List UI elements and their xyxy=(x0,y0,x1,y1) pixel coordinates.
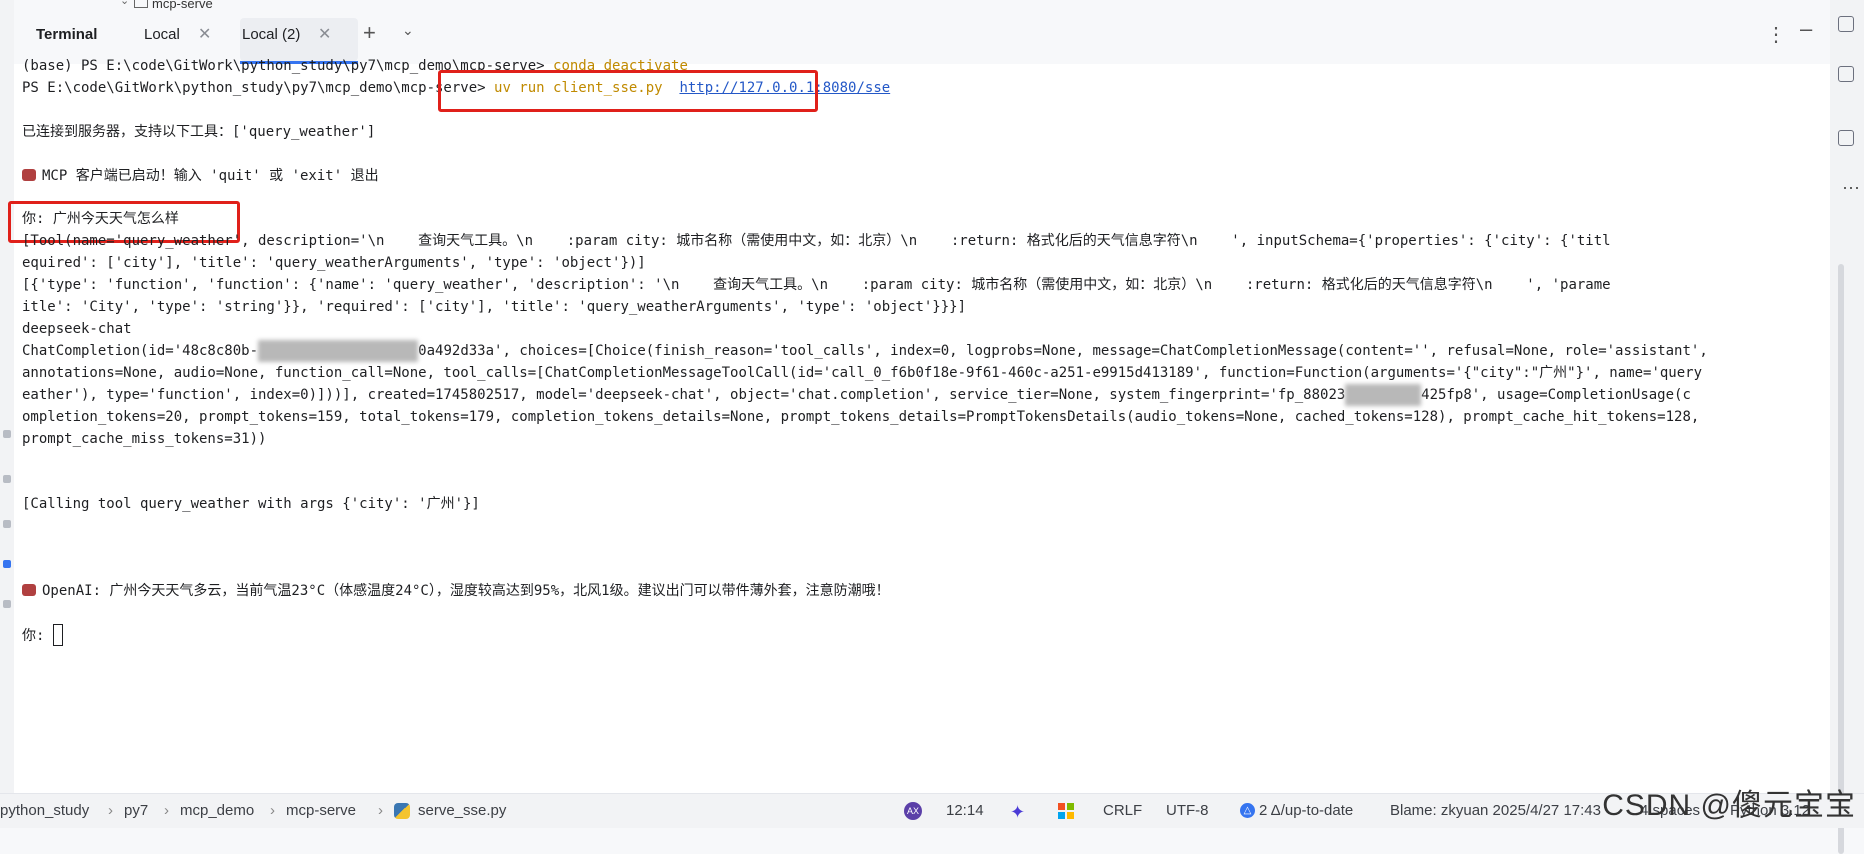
ai-assistant-icon[interactable] xyxy=(1838,130,1854,146)
redacted-text: xxxxxxxxxxxxxxxxxxx xyxy=(258,340,419,362)
project-tree-row[interactable]: ⌄ mcp-serve xyxy=(14,0,1830,12)
plugin-star-icon[interactable]: ✦ xyxy=(1010,802,1025,823)
python-file-icon xyxy=(394,803,410,819)
breadcrumb-item[interactable]: mcp_demo xyxy=(180,802,254,819)
cursor-position[interactable]: 12:14 xyxy=(946,802,984,819)
terminal-output[interactable]: (base) PS E:\code\GitWork\python_study\p… xyxy=(8,58,1844,854)
terminal-line: 已连接到服务器，支持以下工具：['query_weather'] xyxy=(22,124,376,140)
terminal-line: [Calling tool query_weather with args {'… xyxy=(22,496,480,512)
tool-window-title: Terminal xyxy=(36,26,98,43)
minimize-icon[interactable]: – xyxy=(1800,16,1812,42)
terminal-line: MCP 客户端已启动！输入 'quit' 或 'exit' 退出 xyxy=(22,165,379,187)
watermark: CSDN @傻元宝宝 xyxy=(1602,789,1856,822)
vcs-status[interactable]: 2 Δ/up-to-date xyxy=(1259,802,1353,819)
terminal-line: equired': ['city'], 'title': 'query_weat… xyxy=(22,255,646,271)
tab-local-2[interactable]: Local (2) xyxy=(242,26,300,43)
tab-local[interactable]: Local xyxy=(144,26,180,43)
terminal-line: ompletion_tokens=20, prompt_tokens=159, … xyxy=(22,409,1700,425)
breadcrumb-item[interactable]: python_study xyxy=(0,802,89,819)
chevron-down-icon: ⌄ xyxy=(120,0,130,7)
text-cursor xyxy=(52,624,63,646)
robot-icon xyxy=(22,169,36,181)
ai-icon[interactable]: AX xyxy=(904,802,922,820)
right-tool-strip: ⋯ xyxy=(1829,0,1864,793)
highlight-box xyxy=(438,70,818,112)
file-encoding[interactable]: UTF-8 xyxy=(1166,802,1209,819)
scrollbar[interactable] xyxy=(1838,264,1844,854)
chevron-right-icon: › xyxy=(108,802,113,819)
terminal-line: [Tool(name='query_weather', description=… xyxy=(22,233,1611,249)
vcs-icon: △ xyxy=(1240,803,1255,818)
breadcrumb-item[interactable]: serve_sse.py xyxy=(418,802,506,819)
terminal-tool-icon[interactable] xyxy=(3,560,11,568)
status-bar: python_study › py7 › mcp_demo › mcp-serv… xyxy=(0,793,1864,828)
robot-icon xyxy=(22,584,36,596)
tool-window-icon[interactable] xyxy=(3,475,11,483)
breadcrumb-item[interactable]: mcp-serve xyxy=(286,802,356,819)
options-kebab-icon[interactable]: ⋮ xyxy=(1766,22,1786,47)
breadcrumb-item[interactable]: py7 xyxy=(124,802,148,819)
folder-name: mcp-serve xyxy=(152,0,213,11)
left-tool-strip xyxy=(0,0,15,793)
more-icon[interactable]: ⋯ xyxy=(1842,178,1860,199)
line-separator[interactable]: CRLF xyxy=(1103,802,1142,819)
terminal-line: eather'), type='function', index=0)]))],… xyxy=(22,384,1691,406)
notifications-icon[interactable] xyxy=(1838,16,1854,32)
folder-icon xyxy=(134,0,148,8)
database-icon[interactable] xyxy=(1838,66,1854,82)
tool-window-icon[interactable] xyxy=(3,600,11,608)
chevron-right-icon: › xyxy=(378,802,383,819)
close-icon[interactable]: ✕ xyxy=(198,24,211,44)
chevron-right-icon: › xyxy=(164,802,169,819)
tool-window-icon[interactable] xyxy=(3,430,11,438)
terminal-line: ChatCompletion(id='48c8c80b-xxxxxxxxxxxx… xyxy=(22,340,1708,362)
terminal-line: [{'type': 'function', 'function': {'name… xyxy=(22,277,1611,293)
terminal-line: prompt_cache_miss_tokens=31)) xyxy=(22,431,267,447)
chevron-down-icon[interactable]: ⌄ xyxy=(402,22,414,39)
new-tab-plus-icon[interactable]: + xyxy=(363,20,376,46)
terminal-line: annotations=None, audio=None, function_c… xyxy=(22,365,1703,381)
terminal-line: OpenAI: 广州今天天气多云，当前气温23°C（体感温度24°C），湿度较高… xyxy=(22,580,890,602)
chevron-right-icon: › xyxy=(270,802,275,819)
windows-icon[interactable] xyxy=(1058,803,1074,819)
terminal-line: itle': 'City', 'type': 'string'}}, 'requ… xyxy=(22,299,967,315)
close-icon[interactable]: ✕ xyxy=(318,24,331,44)
git-blame[interactable]: Blame: zkyuan 2025/4/27 17:43 xyxy=(1390,802,1601,819)
tool-window-icon[interactable] xyxy=(3,520,11,528)
terminal-line: deepseek-chat xyxy=(22,321,132,337)
prompt-line[interactable]: 你: xyxy=(22,624,63,646)
redacted-text: xxxxxxxxx xyxy=(1345,384,1422,406)
